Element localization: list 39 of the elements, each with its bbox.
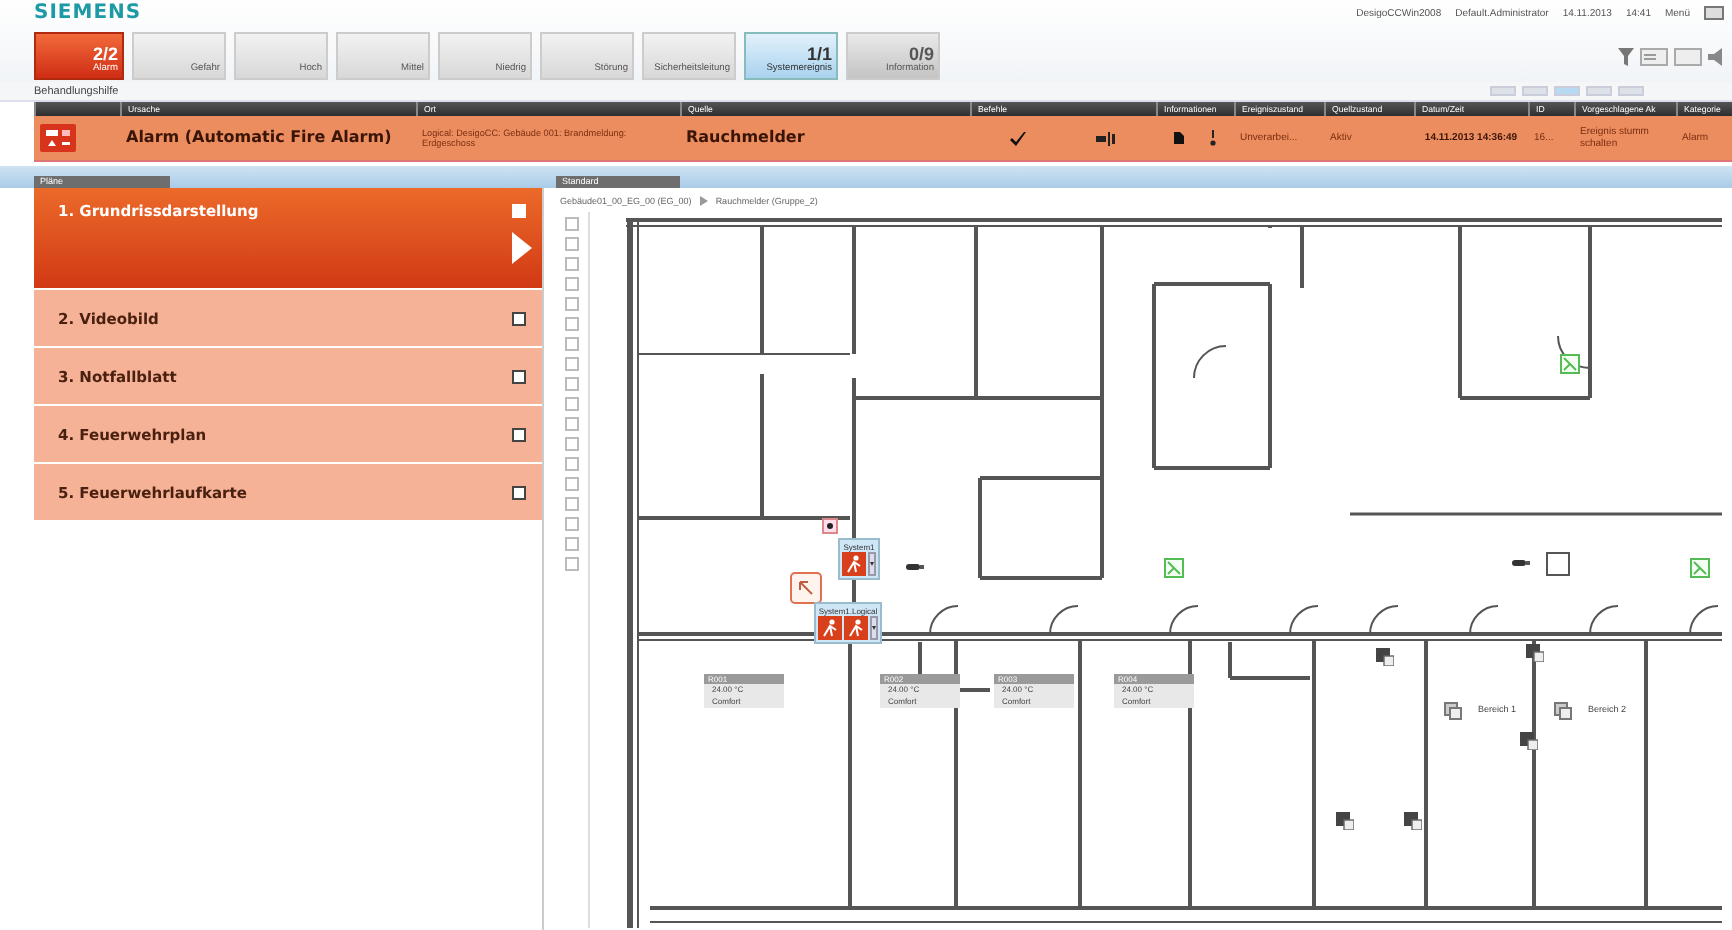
document-icon — [1174, 132, 1185, 144]
info-icon — [1209, 130, 1216, 146]
dropdown-icon — [870, 616, 878, 640]
filter-icon — [1618, 48, 1634, 66]
checkbox[interactable] — [512, 427, 526, 441]
detector-zone-icon — [790, 572, 822, 604]
list-icon — [1640, 48, 1668, 66]
running-person-icon — [818, 616, 842, 640]
device-icon — [1560, 354, 1580, 374]
play-arrow-icon — [512, 232, 532, 264]
device-icon — [1520, 732, 1538, 750]
checkmark-icon — [1010, 131, 1027, 145]
dropdown-icon — [868, 552, 876, 576]
checkbox[interactable] — [512, 485, 526, 499]
camera-icon — [1512, 558, 1530, 568]
running-person-icon — [844, 616, 868, 640]
logo: SIEMENS — [34, 2, 144, 24]
command-icon — [1095, 131, 1116, 145]
smoke-detector-icon — [822, 518, 838, 534]
window-icon — [1704, 6, 1724, 20]
checkbox[interactable] — [512, 311, 526, 325]
device-icon — [1404, 812, 1422, 830]
square-marker-icon — [1546, 552, 1570, 576]
device-icon — [1376, 648, 1394, 666]
camera-icon — [906, 562, 924, 572]
chevron-icon — [699, 195, 708, 205]
table-cell-text: Rauchmelder — [684, 126, 807, 150]
checkbox[interactable] — [512, 369, 526, 383]
table-cell-text: Alarm (Automatic Fire Alarm) — [124, 126, 394, 150]
fire-alarm-icon — [40, 124, 76, 152]
panel-icon — [1674, 48, 1702, 66]
running-person-icon — [842, 552, 866, 576]
device-icon — [1526, 644, 1544, 662]
device-icon — [1336, 812, 1354, 830]
speaker-icon — [1708, 48, 1724, 66]
device-stack-icon — [1554, 702, 1572, 720]
device-icon — [1164, 558, 1184, 578]
device-stack-icon — [1444, 702, 1462, 720]
device-icon — [1690, 558, 1710, 578]
